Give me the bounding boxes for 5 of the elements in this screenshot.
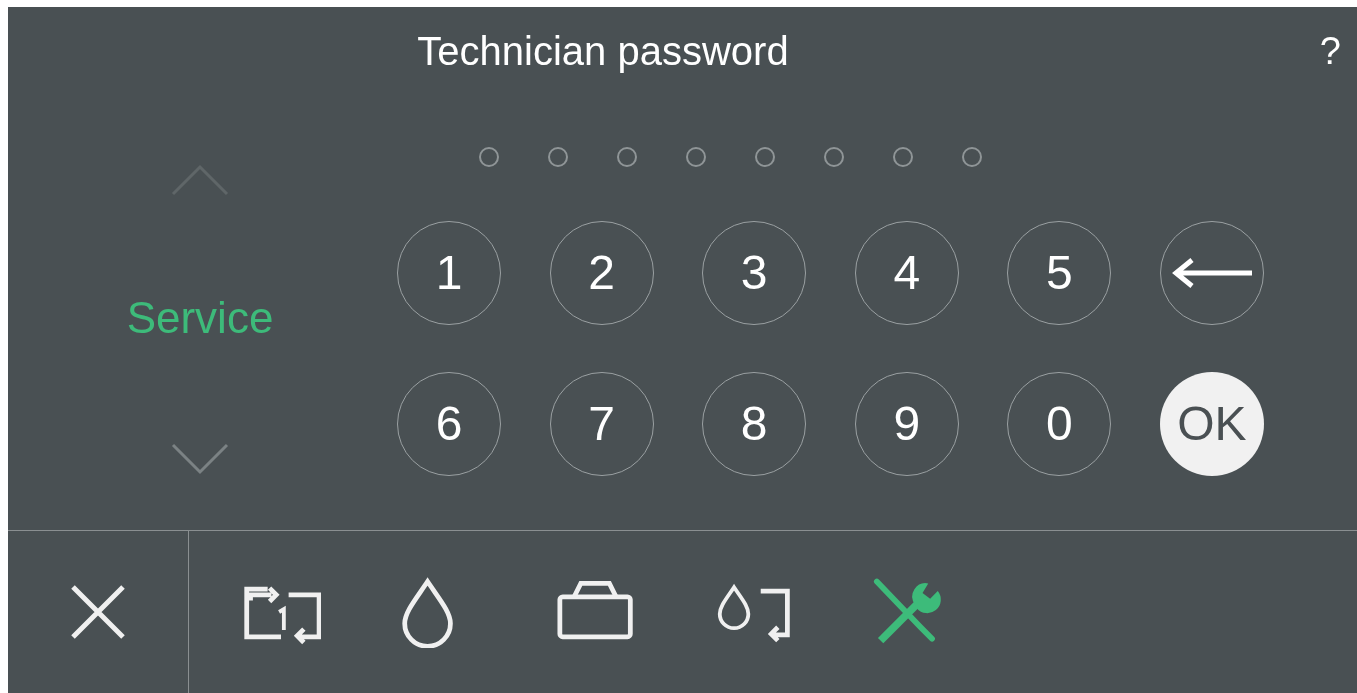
help-button[interactable]: ?: [1315, 22, 1345, 80]
ok-key[interactable]: OK: [1159, 372, 1264, 476]
window-title: Technician password: [417, 28, 789, 75]
menu-label: Service: [126, 292, 274, 344]
close-icon: [70, 584, 126, 640]
